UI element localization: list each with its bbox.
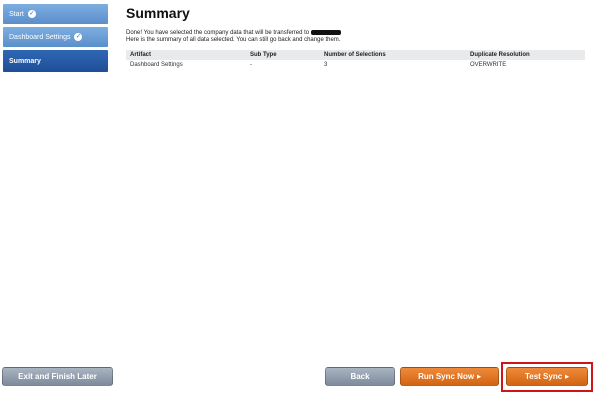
cell-duplicate-resolution: OVERWRITE <box>470 61 507 68</box>
step-label: Summary <box>9 57 41 65</box>
cell-number-of-selections: 3 <box>324 61 328 68</box>
column-header-duplicate-resolution: Duplicate Resolution <box>466 50 585 61</box>
step-dashboard-settings[interactable]: Dashboard Settings ✓ <box>3 27 108 47</box>
run-sync-now-button[interactable]: Run Sync Now ▶ <box>400 367 499 386</box>
cell-artifact: Dashboard Settings <box>130 61 183 68</box>
summary-panel: Summary Done! You have selected the comp… <box>126 4 586 69</box>
check-circle-icon: ✓ <box>74 33 83 41</box>
redacted-company-name <box>310 30 341 35</box>
play-arrow-icon: ▶ <box>565 373 570 380</box>
intro-line-1: Done! You have selected the company data… <box>126 30 586 37</box>
table-header-row: Artifact Sub Type Number of Selections D… <box>126 50 585 61</box>
button-label: Exit and Finish Later <box>18 372 97 381</box>
button-label: Back <box>350 372 370 381</box>
step-summary[interactable]: Summary <box>3 50 108 72</box>
wizard-steps: Start ✓ Dashboard Settings ✓ Summary <box>3 4 108 75</box>
table-row: Dashboard Settings - 3 OVERWRITE <box>126 60 585 69</box>
column-header-sub-type: Sub Type <box>246 50 320 61</box>
back-button[interactable]: Back <box>325 367 395 386</box>
step-label: Dashboard Settings <box>9 33 71 41</box>
button-label: Run Sync Now <box>418 372 475 381</box>
button-label: Test Sync <box>524 372 563 381</box>
column-header-number-of-selections: Number of Selections <box>320 50 466 61</box>
summary-table: Artifact Sub Type Number of Selections D… <box>126 50 585 69</box>
column-header-artifact: Artifact <box>126 50 246 61</box>
step-start[interactable]: Start ✓ <box>3 4 108 24</box>
cell-sub-type: - <box>250 61 252 68</box>
play-arrow-icon: ▶ <box>477 373 481 380</box>
step-label: Start <box>9 10 24 18</box>
intro-line-2: Here is the summary of all data selected… <box>126 37 341 44</box>
page-title: Summary <box>126 5 190 21</box>
test-sync-button[interactable]: Test Sync ▶ <box>506 367 588 386</box>
exit-and-finish-later-button[interactable]: Exit and Finish Later <box>2 367 113 386</box>
check-circle-icon: ✓ <box>27 10 36 18</box>
intro-text: Done! You have selected the company data… <box>126 30 586 44</box>
